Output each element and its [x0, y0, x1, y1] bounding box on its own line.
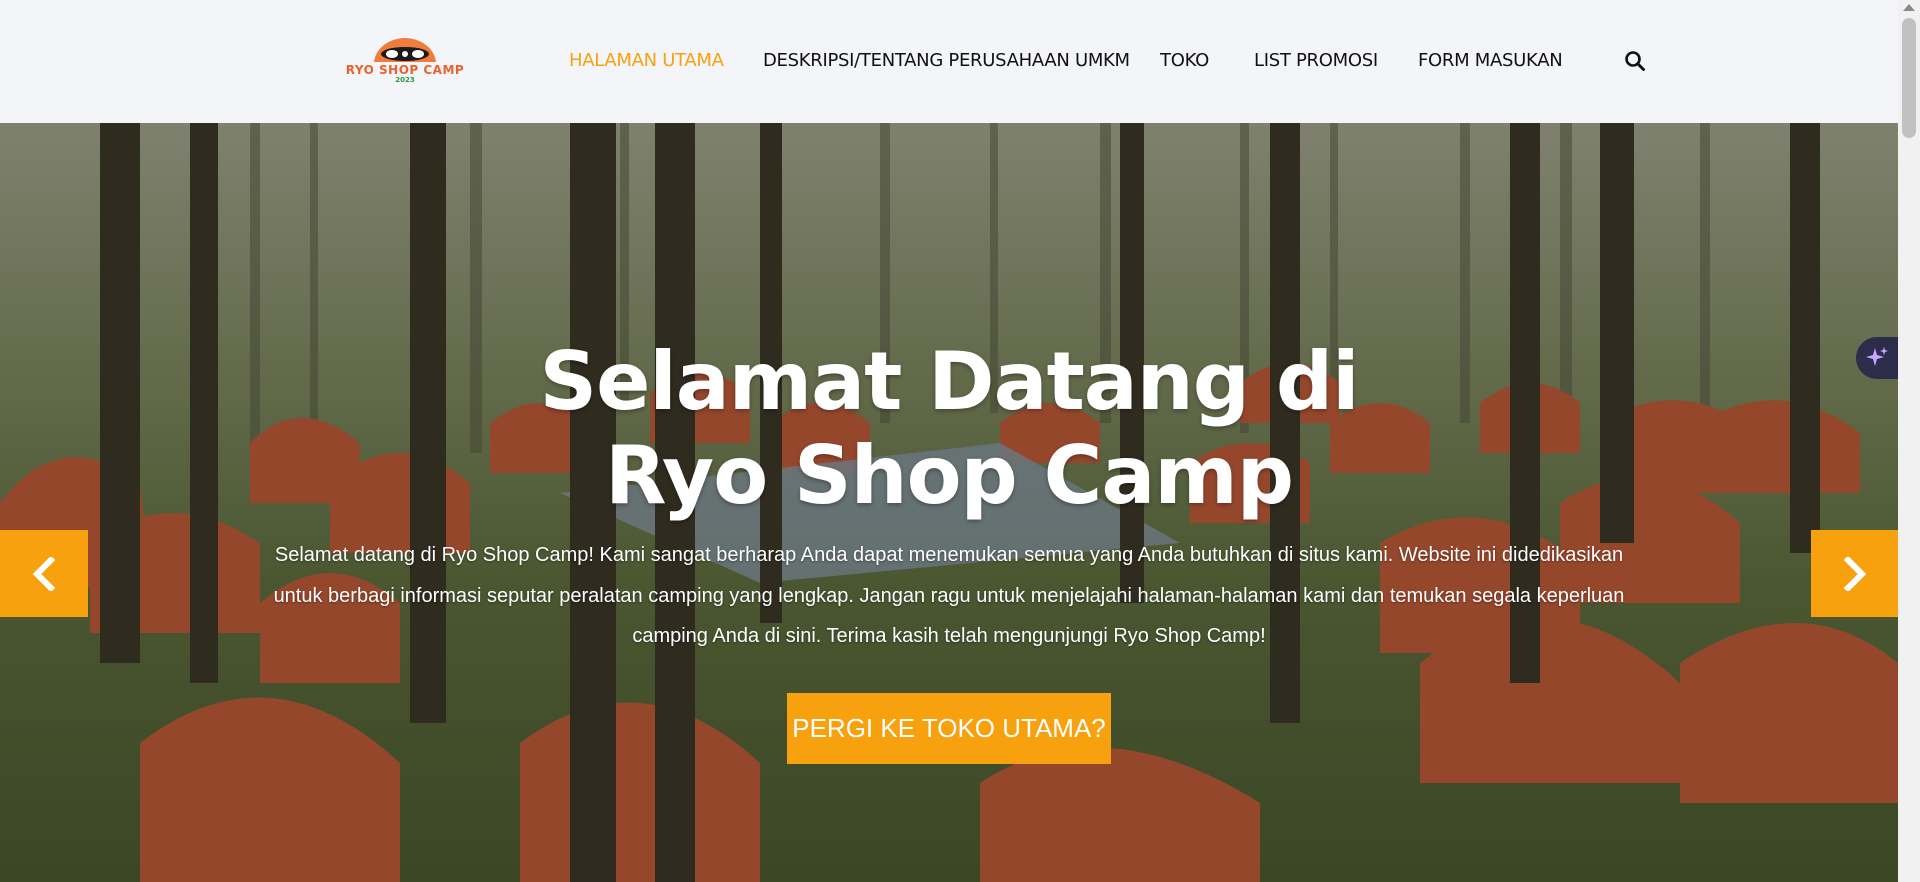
- go-to-shop-button[interactable]: PERGI KE TOKO UTAMA?: [787, 693, 1111, 764]
- chevron-left-icon: [32, 556, 56, 591]
- nav-item-list-promosi[interactable]: LIST PROMOSI: [1254, 50, 1378, 71]
- hero-description: Selamat datang di Ryo Shop Camp! Kami sa…: [273, 544, 1625, 647]
- chevron-right-icon: [1843, 556, 1867, 591]
- logo-text: RYO SHOP CAMP: [345, 63, 465, 77]
- nav-item-toko[interactable]: TOKO: [1160, 50, 1209, 71]
- hero-slider: Selamat Datang di Ryo Shop Camp Selamat …: [0, 123, 1898, 882]
- site-header: RYO SHOP CAMP 2023 HALAMAN UTAMA DESKRIP…: [0, 0, 1898, 123]
- page-scrollbar[interactable]: [1898, 0, 1920, 882]
- scroll-up-arrow-icon[interactable]: [1903, 4, 1915, 11]
- slider-next-button[interactable]: [1811, 530, 1898, 617]
- search-icon[interactable]: [1624, 50, 1646, 72]
- assistant-button[interactable]: [1856, 337, 1898, 379]
- sparkle-icon: [1866, 347, 1888, 366]
- slider-prev-button[interactable]: [0, 530, 88, 617]
- nav-item-form-masukan[interactable]: FORM MASUKAN: [1418, 50, 1563, 71]
- scroll-thumb[interactable]: [1902, 18, 1916, 138]
- nav-item-halaman-utama[interactable]: HALAMAN UTAMA: [569, 50, 724, 71]
- hero-title: Selamat Datang di Ryo Shop Camp: [449, 335, 1449, 523]
- hero-title-line1: Selamat Datang di: [539, 335, 1359, 428]
- site-logo[interactable]: RYO SHOP CAMP 2023: [312, 36, 498, 84]
- nav-item-deskripsi[interactable]: DESKRIPSI/TENTANG PERUSAHAAN UMKM: [763, 50, 1130, 71]
- logo-year: 2023: [395, 76, 415, 84]
- hero-title-line2: Ryo Shop Camp: [605, 429, 1294, 522]
- tent-logo-icon: [374, 38, 436, 62]
